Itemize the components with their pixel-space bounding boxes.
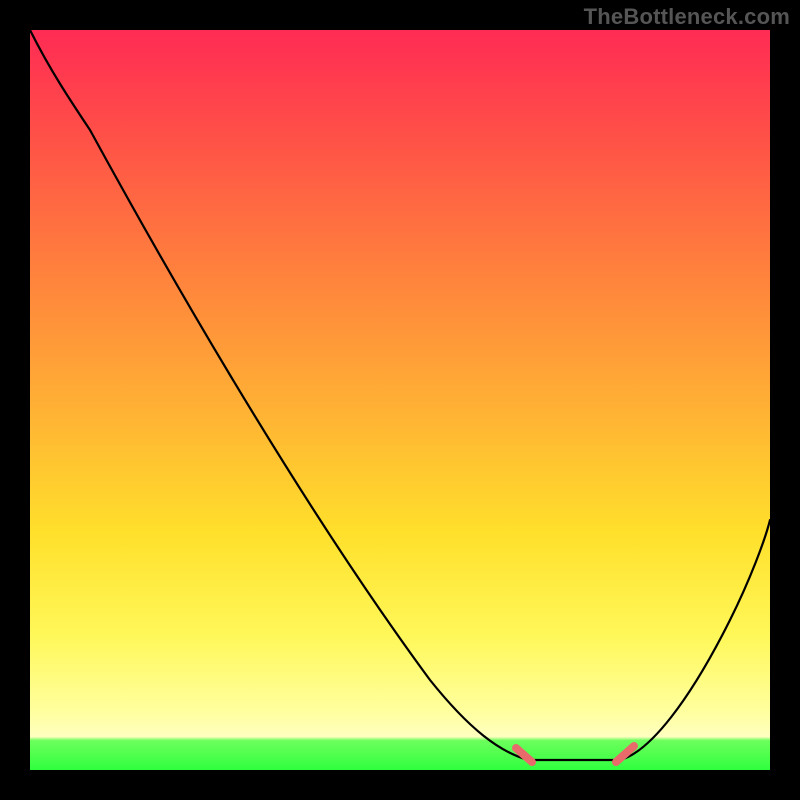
watermark-text: TheBottleneck.com — [584, 4, 790, 30]
bottleneck-curve-line — [30, 30, 770, 760]
optimal-range-accent-left — [516, 748, 532, 762]
plot-area — [30, 30, 770, 770]
chart-frame: TheBottleneck.com — [0, 0, 800, 800]
bottleneck-curve-svg — [30, 30, 770, 770]
